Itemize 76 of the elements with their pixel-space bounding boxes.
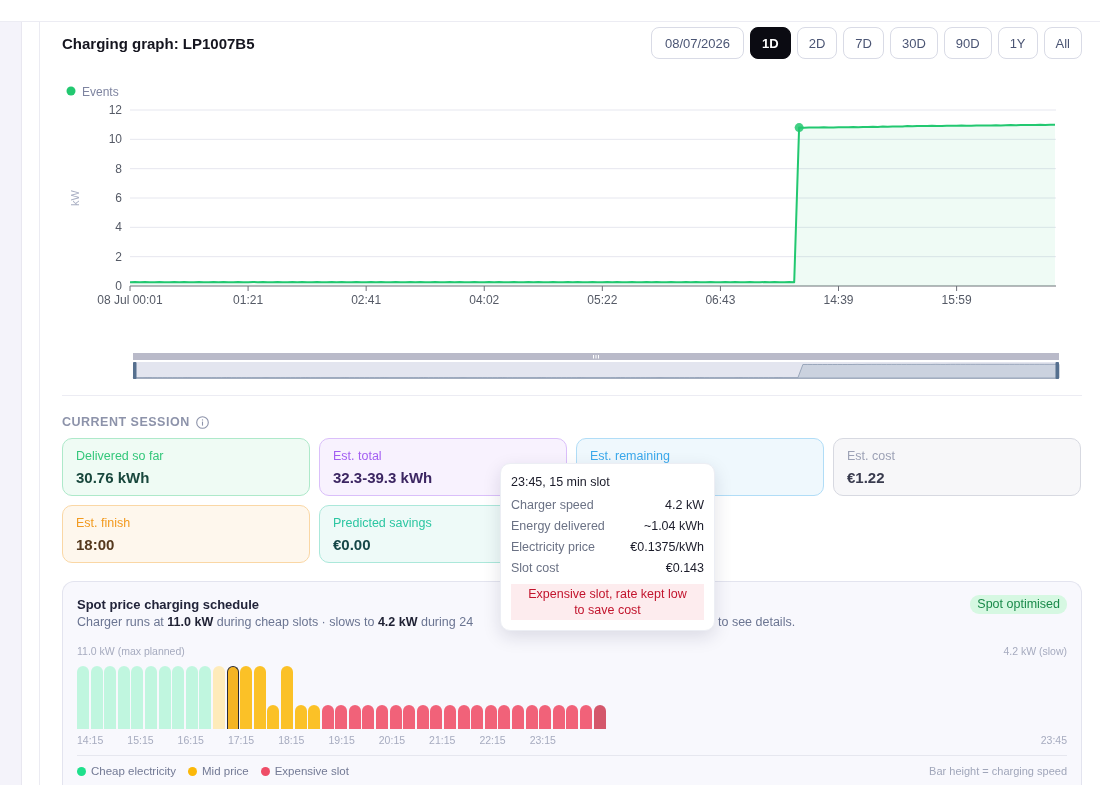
- legend-label: Cheap electricity: [91, 765, 176, 777]
- panel-title: Spot price charging schedule: [77, 597, 260, 612]
- time-label: 16:15: [177, 734, 205, 746]
- range-tab[interactable]: 1Y: [997, 27, 1038, 59]
- axis-label: 15:59: [941, 293, 972, 307]
- time-label: 21:15: [429, 734, 457, 746]
- schedule-bar[interactable]: [226, 666, 239, 729]
- axis-label: 14:39: [823, 293, 854, 307]
- scale-label: 11.0 kW (max planned): [77, 645, 185, 657]
- status-badge: Spot optimised: [970, 595, 1067, 614]
- section-title: CURRENT SESSION: [62, 415, 190, 429]
- tooltip-value: ~1.04 kWh: [643, 518, 704, 533]
- range-tab[interactable]: All: [1043, 27, 1082, 59]
- axis-label: 6: [115, 191, 122, 205]
- axis-label: 8: [115, 161, 122, 176]
- range-tab[interactable]: 7D: [843, 27, 884, 59]
- time-label: 15:15: [127, 734, 155, 746]
- time-label: 19:15: [328, 734, 356, 746]
- time-label: 23:15: [529, 734, 557, 746]
- axis-label: 10: [108, 132, 122, 147]
- graph-title: Charging graph: LP1007B5: [62, 34, 255, 52]
- time-label: 18:15: [278, 734, 306, 746]
- tooltip-title: 23:45, 15 min slot: [511, 474, 611, 491]
- range-tab[interactable]: 2D: [796, 27, 838, 59]
- time-label: 17:15: [227, 734, 256, 746]
- legend-label: Expensive slot: [274, 765, 349, 777]
- stat-value: 30.76 kWh: [76, 468, 150, 488]
- time-label: 22:15: [479, 734, 507, 746]
- stat-label: Est. remaining: [590, 448, 670, 464]
- tooltip-value: 4.2 kW: [665, 497, 704, 512]
- axis-label: 02:41: [351, 293, 382, 307]
- tooltip-value: €0.143: [665, 560, 704, 575]
- axis-label: 01:21: [233, 293, 264, 307]
- date-button[interactable]: 08/07/2026: [650, 27, 745, 59]
- tooltip-label: Charger speed: [511, 497, 594, 512]
- description-text: Charger runs at 11.0 kW during cheap slots · slows to 4.2 kW during 24: [77, 614, 474, 630]
- info-icon[interactable]: [195, 415, 209, 429]
- scale-label: 4.2 kW (slow): [1003, 645, 1067, 657]
- stat-label: Est. cost: [847, 448, 895, 464]
- axis-label: 2: [115, 249, 122, 264]
- description-text: to see details.: [718, 614, 796, 630]
- range-tab[interactable]: 1D: [750, 27, 791, 59]
- range-tab[interactable]: 90D: [943, 27, 992, 59]
- tooltip-label: Energy delivered: [511, 518, 605, 533]
- point-marker-icon: [794, 123, 804, 133]
- axis-label: 06:43: [705, 293, 736, 307]
- time-label: 23:45: [1040, 734, 1067, 746]
- legend-label: Mid price: [202, 765, 249, 777]
- axis-label: 12: [108, 103, 122, 117]
- tooltip-label: Slot cost: [511, 560, 559, 575]
- stat-label: Delivered so far: [76, 448, 164, 464]
- axis-label: 0: [115, 279, 122, 293]
- chart-note: Bar height = charging speed: [929, 765, 1067, 777]
- time-label: 20:15: [378, 734, 407, 746]
- stat-value: €0.00: [333, 535, 371, 555]
- stat-label: Est. total: [333, 448, 382, 464]
- range-tab[interactable]: 30D: [889, 27, 938, 59]
- slider-handle[interactable]: [1055, 362, 1059, 379]
- tooltip-value: €0.1375/kWh: [630, 539, 704, 554]
- axis-title: kW: [69, 190, 81, 206]
- time-label: 14:15: [77, 734, 105, 746]
- tooltip-label: Electricity price: [511, 539, 596, 554]
- stat-label: Predicted savings: [333, 515, 432, 531]
- axis-label: 08 Jul 00:01: [97, 293, 163, 307]
- slider-handle[interactable]: [133, 362, 137, 379]
- axis-label: 04:02: [469, 293, 500, 307]
- stat-label: Est. finish: [76, 515, 131, 531]
- axis-label: 4: [115, 220, 122, 235]
- stat-value: 18:00: [76, 535, 115, 555]
- stat-value: €1.22: [847, 468, 885, 488]
- slider-track[interactable]: [132, 362, 1060, 379]
- legend-label: Events: [82, 84, 119, 99]
- grip-icon[interactable]: [593, 355, 599, 359]
- axis-label: 05:22: [587, 293, 618, 307]
- stat-value: 32.3-39.3 kWh: [333, 468, 433, 488]
- warning-note: Expensive slot, rate kept low to save cost: [511, 584, 704, 620]
